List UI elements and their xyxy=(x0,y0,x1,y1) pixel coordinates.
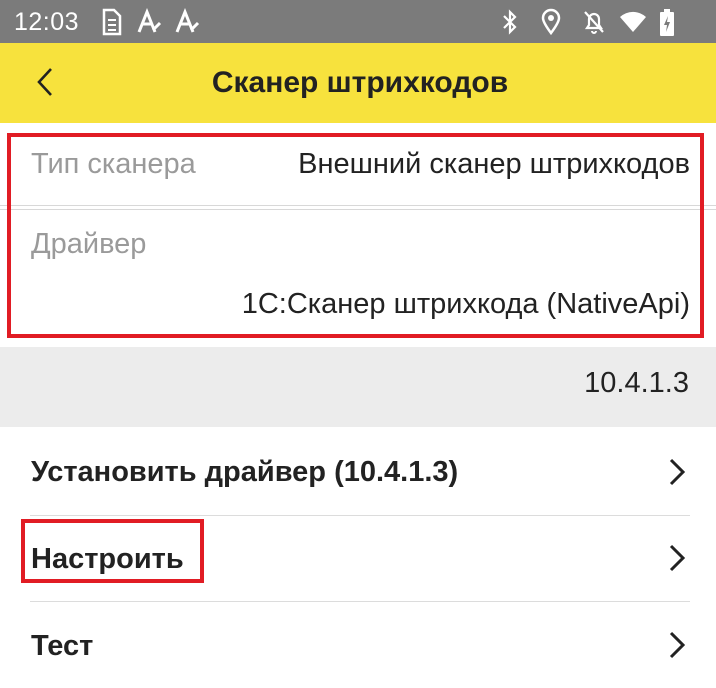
install-driver-label: Установить драйвер (10.4.1.3) xyxy=(31,456,459,488)
driver-version: 10.4.1.3 xyxy=(584,367,689,399)
chevron-right-icon xyxy=(669,458,686,486)
notifications-off-icon xyxy=(584,11,604,34)
location-icon xyxy=(541,8,561,36)
bluetooth-icon xyxy=(503,9,517,35)
version-band: 10.4.1.3 xyxy=(0,347,716,427)
battery-charging-icon xyxy=(660,9,674,36)
page-title: Сканер штрихкодов xyxy=(211,66,509,99)
chevron-right-icon xyxy=(669,544,686,572)
driver-value: 1C:Сканер штрихкода (NativeApi) xyxy=(241,288,690,320)
scanner-type-label: Тип сканера xyxy=(31,148,196,180)
test-label: Тест xyxy=(31,630,94,662)
test-item[interactable]: Тест xyxy=(0,602,716,688)
back-arrow-icon xyxy=(37,68,52,96)
wifi-icon xyxy=(620,11,646,32)
status-time: 12:03 xyxy=(14,8,80,36)
scanner-type-value: Внешний сканер штрихкодов xyxy=(298,148,690,180)
status-bar: 12:03 xyxy=(0,0,716,43)
scanner-type-row[interactable]: Тип сканера Внешний сканер штрихкодов xyxy=(0,123,716,206)
app-bar: Сканер штрихкодов xyxy=(0,43,716,123)
driver-label: Драйвер xyxy=(31,228,147,260)
back-button[interactable] xyxy=(30,57,82,109)
configure-item[interactable]: Настроить xyxy=(0,516,716,602)
sim-icon xyxy=(102,8,122,36)
install-driver-item[interactable]: Установить драйвер (10.4.1.3) xyxy=(0,428,716,514)
font-a-icon xyxy=(175,8,200,33)
configure-label: Настроить xyxy=(31,543,184,575)
chevron-right-icon xyxy=(669,631,686,659)
divider xyxy=(0,205,716,206)
font-a-icon xyxy=(137,8,162,33)
driver-row[interactable]: Драйвер 1C:Сканер штрихкода (NativeApi) xyxy=(0,210,716,346)
